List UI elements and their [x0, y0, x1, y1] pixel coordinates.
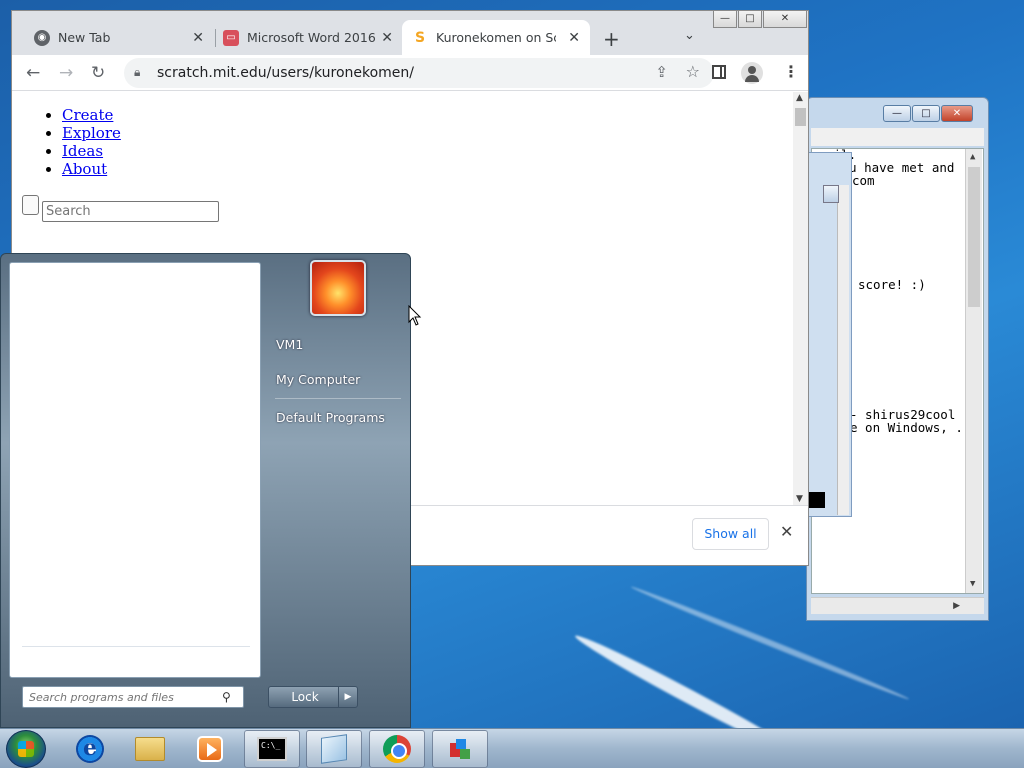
scroll-up-icon[interactable]: ▲ — [796, 93, 803, 103]
minimize-button[interactable]: — — [883, 105, 911, 122]
scroll-down-icon[interactable]: ▼ — [970, 578, 975, 591]
horizontal-scrollbar[interactable]: ▶ — [811, 597, 984, 614]
taskbar-google-chrome[interactable] — [369, 730, 425, 768]
scroll-down-icon[interactable]: ▼ — [796, 494, 803, 504]
minimize-button[interactable]: — — [713, 11, 737, 28]
start-button[interactable] — [6, 730, 46, 768]
taskbar: C:\_ — [0, 728, 1024, 768]
close-icon[interactable] — [823, 185, 839, 203]
tab-label: Microsoft Word 2016.exe — [247, 30, 377, 45]
close-button[interactable]: ✕ — [941, 105, 973, 122]
nav-link-ideas[interactable]: Ideas — [62, 142, 103, 160]
start-item-my-computer[interactable]: My Computer — [276, 372, 360, 387]
taskbar-notepad[interactable] — [306, 730, 362, 768]
close-tab-icon[interactable]: ✕ — [568, 30, 580, 46]
taskbar-windows-explorer[interactable] — [122, 730, 178, 768]
back-icon[interactable]: ← — [26, 63, 40, 83]
chevron-right-icon[interactable]: ▶ — [338, 686, 358, 708]
lock-button[interactable]: Lock — [268, 686, 342, 708]
chrome-icon: ◉ — [34, 29, 50, 46]
browser-toolbar: ← → ↻ 🔒︎ scratch.mit.edu/users/kuronekom… — [12, 55, 808, 91]
search-icon[interactable]: ⚲ — [222, 690, 231, 704]
page-scrollbar[interactable]: ▲ ▼ — [793, 92, 808, 505]
divider — [275, 398, 401, 399]
vertical-scrollbar[interactable]: ▲ ▼ — [965, 149, 982, 593]
forward-icon[interactable]: → — [59, 63, 73, 83]
taskbar-media-player[interactable] — [182, 730, 238, 768]
nav-item: About — [62, 160, 121, 178]
side-panel-icon[interactable] — [712, 65, 726, 79]
maximize-button[interactable]: □ — [738, 11, 762, 28]
nested-window[interactable] — [806, 152, 852, 517]
close-button[interactable]: ✕ — [763, 11, 807, 28]
scroll-thumb[interactable] — [795, 108, 806, 126]
scratch-icon: S — [414, 29, 426, 46]
show-all-button[interactable]: Show all — [692, 518, 769, 550]
start-menu: ⚲ VM1 My Computer Default Programs Lock … — [0, 253, 411, 728]
text-line: e on Windows, . — [850, 420, 963, 435]
word-icon: ▭ — [223, 29, 239, 46]
share-icon[interactable]: ⇪ — [655, 63, 668, 81]
more-menu-icon[interactable]: ⋮ — [783, 62, 799, 81]
close-tab-icon[interactable]: ✕ — [381, 30, 393, 46]
close-tab-icon[interactable]: ✕ — [192, 30, 204, 46]
nested-window-swatch — [807, 492, 825, 508]
chrome-icon — [383, 735, 411, 763]
search-button[interactable] — [22, 195, 39, 215]
nav-link-explore[interactable]: Explore — [62, 124, 121, 142]
nested-window-scrollbar[interactable] — [837, 185, 849, 515]
mouse-pointer-icon — [408, 305, 422, 326]
tab-label: Kuronekomen on Scratch — [436, 30, 556, 45]
nav-link-about[interactable]: About — [62, 160, 107, 178]
new-tab-icon[interactable]: + — [603, 27, 620, 51]
tab-microsoft-word[interactable]: ▭ Microsoft Word 2016.exe ✕ — [213, 20, 403, 55]
close-icon[interactable]: ✕ — [780, 522, 793, 541]
url-text[interactable]: scratch.mit.edu/users/kuronekomen/ — [157, 65, 414, 81]
taskbar-command-prompt[interactable]: C:\_ — [244, 730, 300, 768]
tab-new-tab[interactable]: ◉ New Tab ✕ — [24, 20, 214, 55]
command-prompt-icon: C:\_ — [257, 737, 287, 761]
tab-kuronekomen-scratch[interactable]: S Kuronekomen on Scratch ✕ — [402, 20, 590, 55]
start-search-input[interactable] — [22, 686, 244, 708]
search-input[interactable] — [42, 201, 219, 222]
star-icon[interactable]: ☆ — [686, 62, 700, 81]
3d-cube-icon — [446, 735, 474, 763]
nav-item: Create — [62, 106, 121, 124]
divider — [22, 646, 250, 647]
folder-icon — [135, 737, 165, 761]
site-nav-list: Create Explore Ideas About — [62, 106, 121, 178]
tab-label: New Tab — [58, 30, 111, 45]
text-line: com — [852, 173, 875, 188]
background-window-menubar — [811, 128, 984, 146]
taskbar-internet-explorer[interactable] — [62, 730, 118, 768]
maximize-button[interactable]: □ — [912, 105, 940, 122]
scroll-right-icon[interactable]: ▶ — [953, 601, 960, 611]
tab-strip: ◉ New Tab ✕ ▭ Microsoft Word 2016.exe ✕ … — [12, 11, 808, 55]
lock-icon[interactable]: 🔒︎ — [134, 65, 140, 80]
profile-avatar-icon[interactable] — [741, 62, 763, 84]
nav-link-create[interactable]: Create — [62, 106, 113, 124]
scroll-thumb[interactable] — [968, 167, 980, 307]
start-menu-programs-pane — [9, 262, 261, 678]
text-line: score! :) — [858, 277, 926, 292]
taskbar-3d-builder[interactable] — [432, 730, 488, 768]
chevron-down-icon[interactable]: ⌄ — [684, 28, 695, 43]
notepad-icon — [321, 734, 347, 764]
start-item-vm1[interactable]: VM1 — [276, 337, 303, 352]
address-bar[interactable]: 🔒︎ scratch.mit.edu/users/kuronekomen/ ⇪ … — [124, 58, 714, 88]
reload-icon[interactable]: ↻ — [91, 63, 105, 83]
internet-explorer-icon — [76, 735, 104, 763]
nav-item: Explore — [62, 124, 121, 142]
nav-item: Ideas — [62, 142, 121, 160]
start-item-default-programs[interactable]: Default Programs — [276, 410, 385, 425]
scroll-up-icon[interactable]: ▲ — [970, 151, 975, 164]
media-player-icon — [197, 736, 223, 762]
user-picture[interactable] — [310, 260, 366, 316]
